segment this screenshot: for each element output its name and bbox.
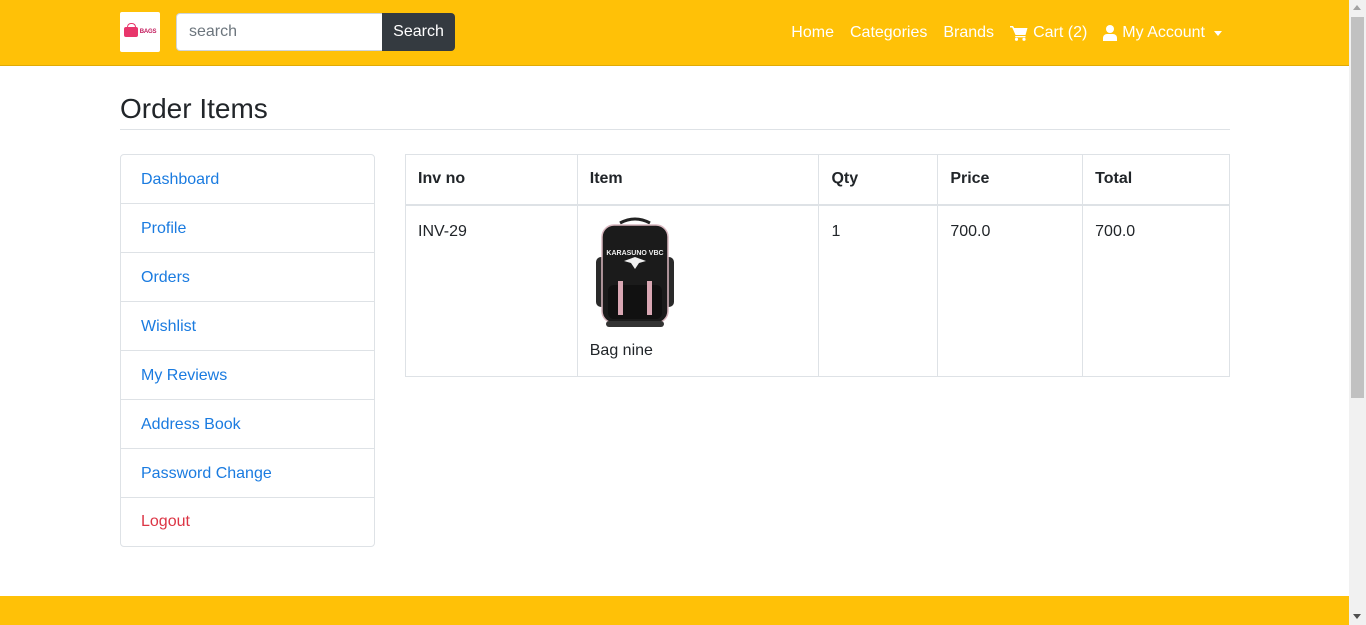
- user-icon: [1103, 25, 1118, 41]
- caret-down-icon: [1214, 31, 1222, 36]
- header-inv-no: Inv no: [405, 154, 578, 206]
- logo-text: BAGS: [139, 29, 157, 35]
- top-navbar: BAGS Search Home Categories Brands Cart …: [0, 0, 1349, 66]
- page-scrollbar[interactable]: [1349, 0, 1366, 625]
- sidebar-item-password-change[interactable]: Password Change: [121, 449, 374, 498]
- nav-home-link[interactable]: Home: [791, 24, 834, 42]
- search-button[interactable]: Search: [382, 13, 455, 51]
- nav-cart-link[interactable]: Cart (2): [1010, 24, 1087, 42]
- header-qty: Qty: [818, 154, 939, 206]
- order-items-table: Inv no Item Qty Price Total INV-29 KARAS…: [405, 154, 1230, 377]
- sidebar-item-my-reviews[interactable]: My Reviews: [121, 351, 374, 400]
- header-total: Total: [1082, 154, 1230, 206]
- search-input[interactable]: [176, 13, 383, 51]
- header-item: Item: [576, 154, 820, 206]
- scroll-down-arrow-icon[interactable]: [1353, 614, 1361, 619]
- cell-total: 700.0: [1082, 204, 1230, 377]
- footer-bar: [0, 596, 1349, 625]
- sidebar-item-orders[interactable]: Orders: [121, 253, 374, 302]
- header-price: Price: [937, 154, 1084, 206]
- nav-cart-label: Cart (2): [1033, 24, 1088, 41]
- nav-categories-link[interactable]: Categories: [850, 24, 927, 42]
- bag-logo-icon: [123, 23, 138, 37]
- site-logo[interactable]: BAGS: [120, 12, 160, 52]
- sidebar-item-wishlist[interactable]: Wishlist: [121, 302, 374, 351]
- table-header-row: Inv no Item Qty Price Total: [405, 154, 1230, 206]
- nav-links: Home Categories Brands Cart (2) My Accou…: [775, 0, 1222, 66]
- item-name: Bag nine: [589, 341, 653, 359]
- nav-brands-link[interactable]: Brands: [943, 24, 994, 42]
- sidebar-item-dashboard[interactable]: Dashboard: [121, 155, 374, 204]
- svg-text:KARASUNO VBC: KARASUNO VBC: [606, 250, 663, 257]
- nav-brands-label: Brands: [943, 24, 995, 41]
- nav-categories-label: Categories: [849, 24, 928, 41]
- title-divider: [120, 129, 1230, 130]
- shopping-cart-icon: [1010, 26, 1028, 41]
- cell-item: KARASUNO VBC Bag nine: [576, 204, 820, 377]
- product-image: KARASUNO VBC: [595, 217, 674, 327]
- scrollbar-thumb[interactable]: [1351, 17, 1364, 398]
- sidebar-item-logout[interactable]: Logout: [121, 498, 374, 546]
- nav-home-label: Home: [791, 24, 834, 41]
- sidebar-item-profile[interactable]: Profile: [121, 204, 374, 253]
- nav-account-label: My Account: [1122, 24, 1205, 41]
- scroll-up-arrow-icon[interactable]: [1353, 5, 1361, 10]
- table-row: INV-29 KARASUNO VBC Bag nine 1 700.0 700…: [405, 204, 1230, 377]
- cell-inv-no: INV-29: [405, 204, 578, 377]
- cell-qty: 1: [818, 204, 939, 377]
- cell-price: 700.0: [937, 204, 1084, 377]
- sidebar-item-address-book[interactable]: Address Book: [121, 400, 374, 449]
- my-account-dropdown[interactable]: My Account: [1103, 24, 1222, 42]
- account-sidebar: Dashboard Profile Orders Wishlist My Rev…: [120, 154, 375, 547]
- page-title: Order Items: [120, 93, 268, 124]
